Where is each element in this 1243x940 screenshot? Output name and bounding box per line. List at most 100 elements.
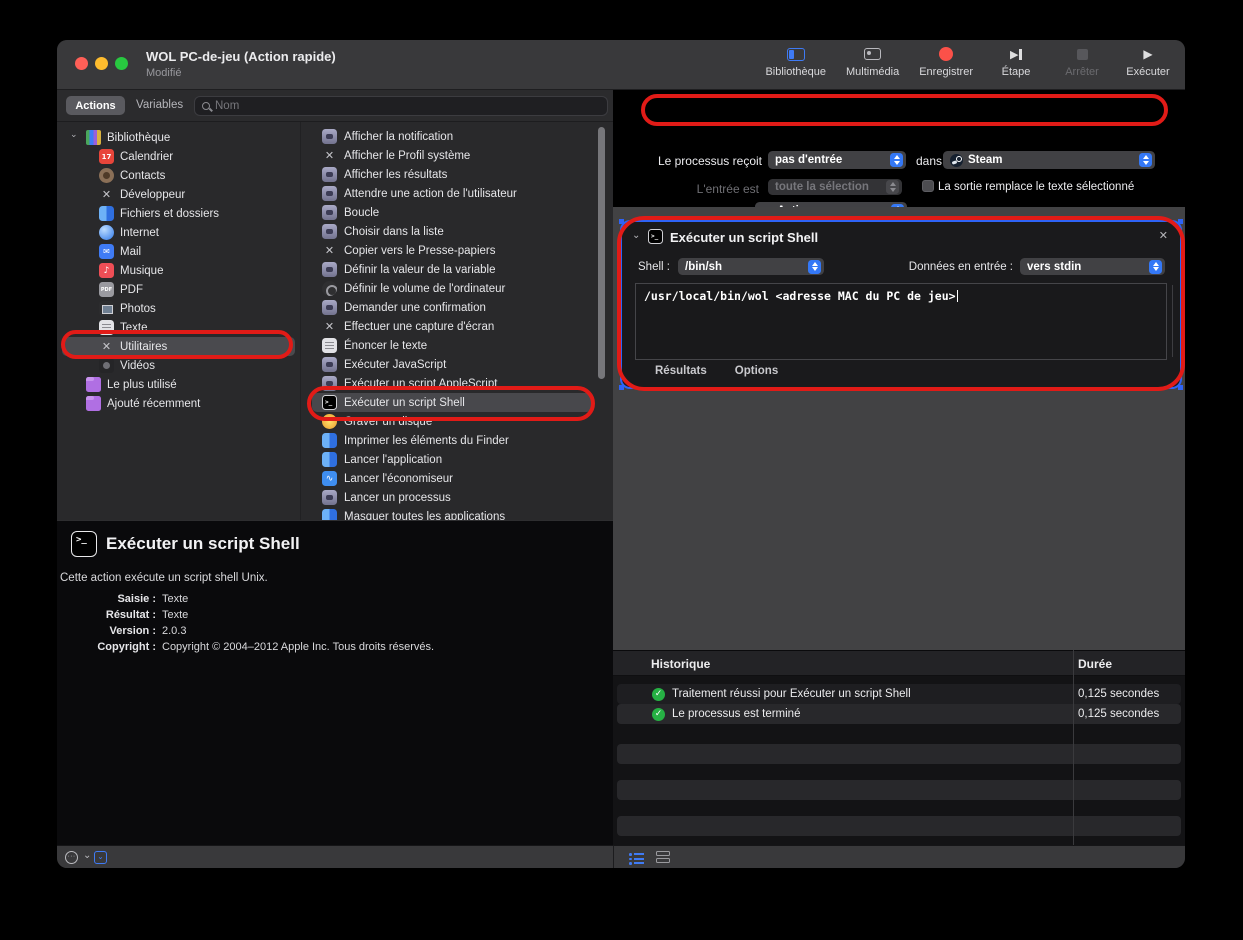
history-row[interactable]: ✓ Traitement réussi pour Exécuter un scri…	[617, 684, 1181, 704]
input-type-dropdown[interactable]: pas d'entrée	[768, 151, 906, 169]
action-item-afficher-la-notification[interactable]: Afficher la notification	[300, 127, 613, 146]
pdf-icon: PDF	[99, 282, 114, 297]
history-row[interactable]: ✓Le processus est terminé0,125 secondes	[617, 704, 1181, 724]
hide-icon	[322, 509, 337, 520]
action-item-definir-le-volume-de-l-ordinateur[interactable]: Définir le volume de l'ordinateur	[300, 279, 613, 298]
sidebar-item-contacts[interactable]: Contacts	[57, 166, 300, 185]
sidebar-item-label: Contacts	[120, 170, 165, 182]
action-item-lancer-l-application[interactable]: Lancer l'application	[300, 450, 613, 469]
action-item-definir-la-valeur-de-la-variable[interactable]: Définir la valeur de la variable	[300, 260, 613, 279]
close-window-button[interactable]	[75, 57, 88, 70]
chevron-down-icon[interactable]: ⌄	[70, 129, 78, 140]
run-button[interactable]: ▶ Exécuter	[1125, 45, 1171, 78]
sidebar-item-photos[interactable]: Photos	[57, 299, 300, 318]
history-message: Traitement réussi pour Exécuter un scrip…	[672, 688, 911, 700]
close-icon[interactable]: ✕	[1159, 229, 1168, 242]
action-item-executer-un-script-shell[interactable]: >_Exécuter un script Shell	[312, 393, 592, 412]
sidebar-item-calendrier[interactable]: 17Calendrier	[57, 147, 300, 166]
history-duration: 0,125 secondes	[1078, 688, 1159, 700]
actions-scrollbar[interactable]	[598, 127, 605, 379]
sidebar-item-le-plus-utilise[interactable]: Le plus utilisé	[57, 375, 300, 394]
automator-window: WOL PC-de-jeu (Action rapide) Modifié Bi…	[57, 40, 1185, 868]
folder-icon	[86, 396, 101, 411]
sidebar-item-fichiers-et-dossiers[interactable]: Fichiers et dossiers	[57, 204, 300, 223]
tab-variables[interactable]: Variables	[136, 99, 183, 111]
action-item-attendre-une-action-de-l-utilisateur[interactable]: Attendre une action de l'utilisateur	[300, 184, 613, 203]
minimize-window-button[interactable]	[95, 57, 108, 70]
action-item-executer-un-script-applescript[interactable]: Exécuter un script AppleScript	[300, 374, 613, 393]
search-input[interactable]	[215, 100, 585, 112]
steam-icon	[950, 154, 963, 167]
results-tab[interactable]: Résultats	[655, 365, 707, 377]
shell-dropdown[interactable]: /bin/sh	[678, 258, 824, 275]
output-replaces-checkbox[interactable]	[922, 180, 934, 192]
layout-panels-icon[interactable]	[656, 851, 670, 863]
step-icon: ▶	[1010, 48, 1022, 61]
action-item-executer-javascript[interactable]: Exécuter JavaScript	[300, 355, 613, 374]
selection-dropdown: toute la sélection	[768, 179, 902, 195]
action-item-masquer-toutes-les-applications[interactable]: Masquer toutes les applications	[300, 507, 613, 520]
log-list-icon[interactable]	[629, 853, 644, 865]
sidebar-item-ajoute-recemment[interactable]: Ajouté récemment	[57, 394, 300, 413]
sidebar-item-texte[interactable]: Texte	[57, 318, 300, 337]
sidebar-item-musique[interactable]: ♪Musique	[57, 261, 300, 280]
titlebar: WOL PC-de-jeu (Action rapide) Modifié Bi…	[57, 40, 1185, 90]
sidebar-item-utilitaires[interactable]: ✕Utilitaires	[62, 337, 295, 356]
script-editor[interactable]: /usr/local/bin/wol <adresse MAC du PC de…	[635, 283, 1167, 360]
xtool-icon: ✕	[322, 148, 337, 163]
search-field[interactable]	[194, 96, 608, 116]
media-button[interactable]: Multimédia	[846, 45, 899, 78]
action-item-effectuer-une-capture-d-ecran[interactable]: ✕Effectuer une capture d'écran	[300, 317, 613, 336]
action-item-choisir-dans-la-liste[interactable]: Choisir dans la liste	[300, 222, 613, 241]
application-dropdown[interactable]: Steam	[943, 151, 1155, 169]
sidebar-item-pdf[interactable]: PDFPDF	[57, 280, 300, 299]
zoom-window-button[interactable]	[115, 57, 128, 70]
action-item-enoncer-le-texte[interactable]: Énoncer le texte	[300, 336, 613, 355]
field-label: Résultat :	[57, 609, 156, 625]
action-item-label: Exécuter JavaScript	[344, 359, 446, 371]
sidebar-item-videos[interactable]: Vidéos	[57, 356, 300, 375]
duration-column-header: Durée	[1078, 657, 1112, 671]
script-scrollbar[interactable]	[1172, 285, 1173, 357]
action-item-copier-vers-le-presse-papiers[interactable]: ✕Copier vers le Presse-papiers	[300, 241, 613, 260]
tab-actions[interactable]: Actions	[66, 96, 125, 115]
sidebar-item-label: Internet	[120, 227, 159, 239]
finder-icon	[99, 206, 114, 221]
library-toggle-button[interactable]: Bibliothèque	[765, 45, 826, 78]
check-icon: ✓	[652, 688, 665, 701]
action-item-afficher-le-profil-systeme[interactable]: ✕Afficher le Profil système	[300, 146, 613, 165]
sidebar-item-developpeur[interactable]: ✕Développeur	[57, 185, 300, 204]
music-icon: ♪	[99, 263, 114, 278]
burn-icon	[322, 414, 337, 429]
record-icon	[939, 47, 953, 61]
field-value: Copyright © 2004–2012 Apple Inc. Tous dr…	[162, 641, 434, 657]
action-item-demander-une-confirmation[interactable]: Demander une confirmation	[300, 298, 613, 317]
shell-script-action-block[interactable]: ⌄ >_ Exécuter un script Shell ✕ Shell : …	[622, 222, 1180, 387]
sidebar-item-bibliotheque[interactable]: ⌄Bibliothèque	[57, 128, 300, 147]
toolbar: Bibliothèque Multimédia Enregistrer ▶ Ét…	[765, 45, 1171, 78]
more-options-icon[interactable]: ···	[65, 851, 78, 864]
sidebar-item-internet[interactable]: Internet	[57, 223, 300, 242]
sidebar-item-label: Texte	[120, 322, 148, 334]
action-item-lancer-un-processus[interactable]: Lancer un processus	[300, 488, 613, 507]
field-value: Texte	[162, 609, 188, 625]
action-item-label: Lancer l'application	[344, 454, 442, 466]
field-value: 2.0.3	[162, 625, 186, 641]
input-data-dropdown[interactable]: vers stdin	[1020, 258, 1165, 275]
column-divider[interactable]	[1073, 650, 1074, 845]
panel-toggle-icon[interactable]: ⌄	[94, 851, 107, 864]
history-column-header: Historique	[651, 657, 710, 671]
actions-list-region: Afficher la notification✕Afficher le Pro…	[300, 122, 613, 520]
action-item-lancer-l-economiseur[interactable]: ∿Lancer l'économiseur	[300, 469, 613, 488]
sidebar-item-mail[interactable]: ✉Mail	[57, 242, 300, 261]
collapse-chevron-icon[interactable]: ⌄	[632, 230, 640, 241]
chevron-down-icon[interactable]: ⌄	[83, 850, 91, 861]
action-item-imprimer-les-elements-du-finder[interactable]: Imprimer les éléments du Finder	[300, 431, 613, 450]
record-button[interactable]: Enregistrer	[919, 45, 973, 78]
step-button[interactable]: ▶ Étape	[993, 45, 1039, 78]
history-empty-row	[617, 780, 1181, 800]
options-tab[interactable]: Options	[735, 365, 778, 377]
action-item-afficher-les-resultats[interactable]: Afficher les résultats	[300, 165, 613, 184]
action-item-boucle[interactable]: Boucle	[300, 203, 613, 222]
action-item-graver-un-disque[interactable]: Graver un disque	[300, 412, 613, 431]
